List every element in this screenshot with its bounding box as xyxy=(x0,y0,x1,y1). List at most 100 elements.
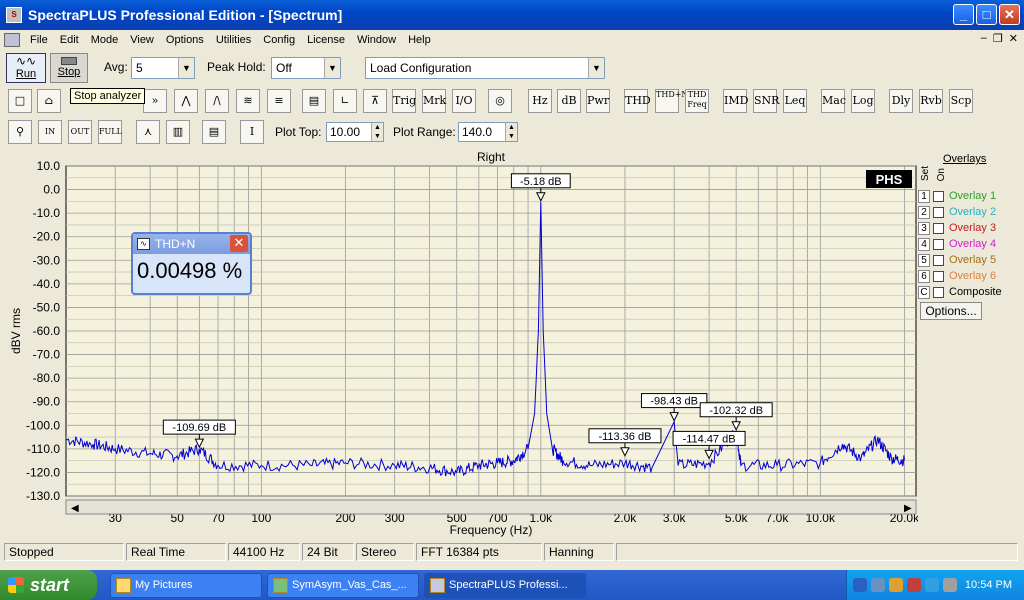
overlay-checkbox[interactable] xyxy=(933,286,944,298)
overlay-set-button[interactable]: 2 xyxy=(918,205,930,219)
thd-button[interactable]: THD xyxy=(624,89,651,113)
overlay-set-button[interactable]: 4 xyxy=(918,237,930,251)
avg-select[interactable]: 5 ▼ xyxy=(131,57,195,79)
sawtooth-icon[interactable]: /\ xyxy=(205,89,229,113)
menu-license[interactable]: License xyxy=(301,34,351,46)
battery-icon[interactable] xyxy=(925,578,939,592)
log-button[interactable]: Log xyxy=(851,89,875,113)
hz-button[interactable]: Hz xyxy=(528,89,552,113)
io-button[interactable]: I/O xyxy=(452,89,476,113)
security-icon[interactable] xyxy=(907,578,921,592)
scp-button[interactable]: Scp xyxy=(949,89,973,113)
minimize-button[interactable]: _ xyxy=(953,4,974,25)
stop-button[interactable]: Stop xyxy=(50,53,88,83)
close-icon[interactable]: ✕ xyxy=(230,235,248,252)
leq-button[interactable]: Leq xyxy=(783,89,807,113)
doc-icon[interactable] xyxy=(4,33,20,47)
zoom-in-2x-icon[interactable]: IN xyxy=(38,120,62,144)
menu-options[interactable]: Options xyxy=(160,34,210,46)
menu-view[interactable]: View xyxy=(124,34,160,46)
app-icon[interactable]: S xyxy=(6,7,22,23)
sine-generator-icon[interactable]: ◎ xyxy=(488,89,512,113)
overlay-set-button[interactable]: 3 xyxy=(918,221,930,235)
chevron-down-icon[interactable]: ▼ xyxy=(178,58,194,78)
db-button[interactable]: dB xyxy=(557,89,581,113)
overlay-checkbox[interactable] xyxy=(933,190,944,202)
fast-forward-icon[interactable]: » xyxy=(143,89,167,113)
mac-button[interactable]: Mac xyxy=(821,89,846,113)
monitor-icon[interactable] xyxy=(943,578,957,592)
overlay-checkbox[interactable] xyxy=(933,254,944,266)
chevron-left-icon[interactable] xyxy=(853,578,867,592)
peak-hold-select[interactable]: Off ▼ xyxy=(271,57,341,79)
plot-range-input[interactable]: 140.0 ▲ ▼ xyxy=(458,122,518,142)
task-symasym[interactable]: SymAsym_Vas_Cas_... xyxy=(267,573,419,598)
marker-label: -113.36 dB xyxy=(598,431,651,443)
new-icon[interactable]: □ xyxy=(8,89,32,113)
overlay-set-button[interactable]: 1 xyxy=(918,189,930,203)
table-icon[interactable]: ▤ xyxy=(202,120,226,144)
y-tick-label: -130.0 xyxy=(26,489,60,503)
rvb-button[interactable]: Rvb xyxy=(919,89,943,113)
start-button[interactable]: start xyxy=(0,570,97,600)
bars-icon[interactable]: ▥ xyxy=(166,120,190,144)
task-my-pictures[interactable]: My Pictures xyxy=(110,573,262,598)
waveform-icon[interactable]: ≋ xyxy=(236,89,260,113)
thdn-button[interactable]: THD+N xyxy=(655,89,688,113)
imd-button[interactable]: IMD xyxy=(723,89,748,113)
axis-icon[interactable]: ∟ xyxy=(333,89,357,113)
zoom-icon[interactable]: ⚲ xyxy=(8,120,32,144)
snr-button[interactable]: SNR xyxy=(753,89,779,113)
thdn-titlebar[interactable]: ∿ THD+N ✕ xyxy=(133,234,250,254)
y-tick-label: -90.0 xyxy=(33,395,61,409)
spin-icon[interactable]: ▲ ▼ xyxy=(371,123,383,141)
spin-icon[interactable]: ▲ ▼ xyxy=(505,123,517,141)
close-button[interactable]: ✕ xyxy=(999,4,1020,25)
plot-top-input[interactable]: 10.00 ▲ ▼ xyxy=(326,122,384,142)
menu-help[interactable]: Help xyxy=(402,34,437,46)
mdi-close-icon[interactable]: ✕ xyxy=(1009,32,1018,45)
menu-mode[interactable]: Mode xyxy=(85,34,125,46)
volume-icon[interactable] xyxy=(889,578,903,592)
spectrum-plot[interactable]: 10.0 0.0 -10.0 -20.0 -30.0 -40.0 -50.0 -60.0 -70… xyxy=(4,150,920,540)
config-select[interactable]: Load Configuration ▼ xyxy=(365,57,605,79)
overlay-checkbox[interactable] xyxy=(933,222,944,234)
overlay-checkbox[interactable] xyxy=(933,238,944,250)
overlay-set-button[interactable]: 6 xyxy=(918,269,930,283)
peak-icon[interactable]: ⋏ xyxy=(136,120,160,144)
maximize-button[interactable]: □ xyxy=(976,4,997,25)
zoom-spectrum-icon[interactable]: ⋀ xyxy=(174,89,198,113)
stop-icon xyxy=(61,57,77,65)
cursor-icon[interactable]: Ⅰ xyxy=(240,120,264,144)
run-button[interactable]: ∿∿ Run xyxy=(6,53,46,83)
chevron-down-icon[interactable]: ▼ xyxy=(324,58,340,78)
pwr-button[interactable]: Pwr xyxy=(586,89,610,113)
overlay-checkbox[interactable] xyxy=(933,206,944,218)
calculator-icon[interactable]: ▤ xyxy=(302,89,326,113)
overlay-set-button[interactable]: C xyxy=(918,285,930,299)
overlay-set-button[interactable]: 5 xyxy=(918,253,930,267)
menu-utilities[interactable]: Utilities xyxy=(210,34,257,46)
chevron-down-icon[interactable]: ▼ xyxy=(588,58,604,78)
menu-config[interactable]: Config xyxy=(257,34,301,46)
options-button[interactable]: Options... xyxy=(920,302,982,320)
open-folder-icon[interactable]: ⌂ xyxy=(37,89,61,113)
dly-button[interactable]: Dly xyxy=(889,89,913,113)
thd-freq-button[interactable]: THD Freq xyxy=(685,89,709,113)
phase-icon[interactable]: ⊼ xyxy=(363,89,387,113)
menu-window[interactable]: Window xyxy=(351,34,402,46)
network-icon[interactable] xyxy=(871,578,885,592)
trig-button[interactable]: Trig xyxy=(392,89,416,113)
menu-file[interactable]: File xyxy=(24,34,54,46)
status-state: Stopped xyxy=(4,543,124,561)
overlay-checkbox[interactable] xyxy=(933,270,944,282)
task-spectraplus[interactable]: SpectraPLUS Professi... xyxy=(424,573,586,598)
mrk-button[interactable]: Mrk xyxy=(422,89,446,113)
mdi-minimize-icon[interactable]: – xyxy=(981,32,987,45)
zoom-out-full-icon[interactable]: FULL xyxy=(98,120,122,144)
zoom-out-2x-icon[interactable]: OUT xyxy=(68,120,92,144)
menu-edit[interactable]: Edit xyxy=(54,34,85,46)
mdi-restore-icon[interactable]: ❐ xyxy=(993,32,1003,45)
waterfall-icon[interactable]: ≡ xyxy=(267,89,291,113)
thdn-window[interactable]: ∿ THD+N ✕ 0.00498 % xyxy=(131,232,252,295)
